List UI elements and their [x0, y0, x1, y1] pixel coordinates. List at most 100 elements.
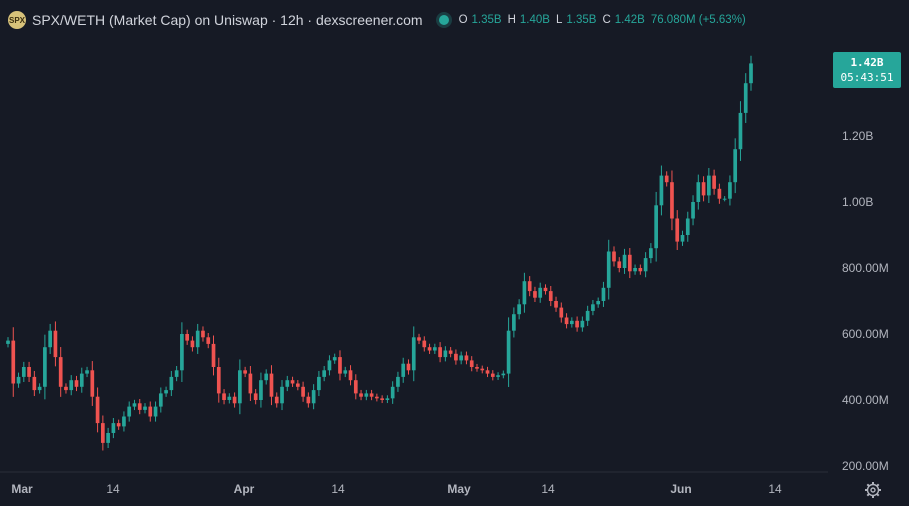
candle-body	[749, 63, 753, 84]
candle-body	[238, 370, 242, 404]
candle-body	[490, 373, 495, 377]
y-tick-label: 800.00M	[842, 261, 889, 275]
x-tick-label: May	[447, 482, 471, 496]
low-value: 1.35B	[566, 14, 597, 26]
candle-body	[559, 307, 564, 318]
x-tick-label: 14	[541, 482, 555, 496]
candle-body	[533, 291, 537, 298]
candle-body	[459, 355, 464, 361]
candle-body	[643, 258, 648, 272]
candle-body	[691, 202, 695, 219]
candle-body	[654, 205, 658, 249]
close-label: C	[602, 14, 611, 26]
candle-body	[53, 330, 58, 358]
candle-body	[738, 112, 743, 150]
candle-body	[612, 251, 616, 262]
candle-body	[317, 376, 321, 391]
candle-body	[427, 347, 432, 351]
high-value: 1.40B	[519, 14, 550, 26]
candle-body	[512, 314, 516, 331]
candle-body	[443, 350, 448, 358]
open-label: O	[458, 14, 468, 26]
candle-body	[411, 337, 416, 371]
candle-body	[74, 380, 79, 387]
candle-body	[506, 330, 511, 374]
candle-body	[670, 182, 674, 219]
candle-body	[127, 406, 132, 417]
candle-body	[396, 376, 400, 387]
candle-body	[90, 370, 95, 397]
candle-body	[475, 367, 479, 369]
candle-body	[301, 386, 305, 397]
candle-body	[359, 393, 363, 397]
candle-body	[633, 268, 637, 272]
candle-body	[180, 334, 184, 371]
token-logo-icon: SPX	[8, 11, 26, 29]
candle-body	[190, 340, 195, 348]
candle-body	[733, 149, 738, 183]
candle-body	[649, 248, 653, 259]
candle-body	[601, 287, 606, 301]
x-tick-label: 14	[106, 482, 120, 496]
low-label: L	[555, 14, 563, 26]
candle-body	[517, 304, 521, 315]
x-tick-label: Jun	[670, 482, 691, 496]
candlestick-chart[interactable]: 200.00M 400.00M 600.00M 800.00M 1.00B 1.20B Ma…	[0, 0, 909, 506]
candle-body	[143, 406, 147, 410]
candle-body	[591, 304, 595, 311]
candle-body	[79, 373, 84, 387]
y-tick-label: 1.20B	[842, 129, 873, 143]
candle-body	[496, 375, 500, 377]
candle-body	[622, 254, 627, 268]
candle-body	[548, 291, 553, 301]
high-label: H	[507, 14, 516, 26]
chart-title: SPX/WETH (Market Cap) on Uniswap · 12h ·…	[32, 12, 423, 28]
candle-body	[364, 393, 369, 397]
last-price-value: 1.42B	[850, 56, 884, 69]
candle-body	[95, 396, 100, 424]
candle-body	[101, 423, 105, 443]
candle-body	[432, 347, 437, 351]
candle-body	[659, 175, 664, 206]
x-tick-label: Mar	[11, 482, 33, 496]
candle-body	[211, 343, 216, 367]
gear-icon[interactable]	[864, 481, 882, 499]
candle-body	[485, 370, 490, 374]
candle-body	[332, 357, 337, 361]
candle-body	[222, 393, 226, 400]
candle-body	[148, 406, 153, 417]
y-tick-label: 400.00M	[842, 393, 889, 407]
candle-body	[311, 390, 316, 404]
candle-body	[253, 393, 258, 400]
candle-body	[290, 380, 295, 384]
candle-body	[375, 396, 379, 399]
candle-body	[564, 317, 569, 325]
x-tick-label: Apr	[234, 482, 255, 496]
candle-body	[438, 347, 442, 358]
candle-body	[343, 370, 348, 374]
candle-body	[538, 287, 543, 298]
y-tick-label: 600.00M	[842, 327, 889, 341]
candle-body	[680, 235, 685, 242]
candle-body	[722, 198, 727, 200]
candle-body	[206, 337, 211, 344]
candle-body	[338, 357, 342, 374]
candle-body	[575, 320, 579, 328]
candle-body	[422, 340, 427, 348]
change-value: 76.080M (+5.63%)	[650, 14, 746, 26]
candle-body	[501, 373, 506, 376]
candle-body	[174, 370, 179, 377]
candle-body	[27, 367, 31, 377]
candle-body	[353, 380, 358, 394]
candle-body	[480, 368, 485, 371]
candle-body	[606, 251, 611, 288]
candle-body	[227, 396, 232, 400]
candle-body	[675, 218, 680, 242]
candle-body	[269, 373, 274, 397]
y-tick-label: 200.00M	[842, 459, 889, 473]
x-tick-label: 14	[331, 482, 345, 496]
candle-body	[164, 390, 168, 394]
candle-body	[132, 403, 137, 407]
candle-body	[37, 386, 42, 391]
last-price-badge: 1.42B 05:43:51	[833, 52, 901, 88]
